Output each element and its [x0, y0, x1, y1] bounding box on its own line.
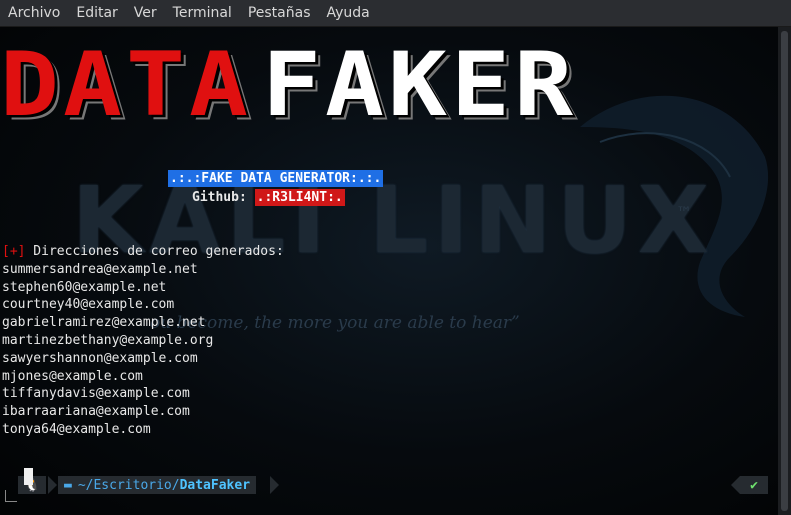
github-row: Github: .:R3LI4NT:.: [192, 189, 345, 206]
email-line: summersandrea@example.net: [2, 261, 198, 277]
datafaker-banner: DATA FAKER: [0, 41, 577, 139]
result-heading-text: Direcciones de correo generados:: [25, 244, 284, 259]
subtitle-row: .:.:FAKE DATA GENERATOR:.:.: [168, 170, 384, 187]
result-marker: [+]: [2, 244, 26, 259]
email-line: martinezbethany@example.org: [2, 332, 214, 348]
banner-data: DATA: [0, 33, 253, 137]
email-line: mjones@example.com: [2, 368, 143, 384]
email-line: stephen60@example.net: [2, 279, 167, 295]
email-results: [+] Direcciones de correo generados: sum…: [2, 243, 284, 439]
email-line: ibarraariana@example.com: [2, 404, 190, 420]
menu-archivo[interactable]: Archivo: [8, 5, 60, 21]
scrollbar-thumb[interactable]: [781, 31, 788, 511]
path-prefix: ~/Escritorio/: [77, 477, 180, 493]
segment-separator: [270, 476, 279, 494]
wallpaper-trademark: ™: [676, 203, 692, 222]
github-handle: .:R3LI4NT:.: [254, 189, 345, 206]
prompt-connector: [5, 490, 17, 502]
menu-ver[interactable]: Ver: [134, 5, 157, 21]
email-line: sawyershannon@example.com: [2, 350, 198, 366]
status-ok-icon: ✔: [740, 476, 768, 494]
menu-bar: Archivo Editar Ver Terminal Pestañas Ayu…: [0, 0, 791, 27]
menu-pestanas[interactable]: Pestañas: [248, 5, 311, 21]
path-current: DataFaker: [179, 477, 251, 493]
subtitle-badge: .:.:FAKE DATA GENERATOR:.:.: [168, 170, 384, 187]
terminal-view[interactable]: KALI LINUX ™ ou become, the more you are…: [0, 27, 778, 515]
terminal-cursor: [24, 468, 33, 485]
menu-terminal[interactable]: Terminal: [173, 5, 232, 21]
banner-faker: FAKER: [262, 33, 578, 137]
prompt-path-segment: ▬ ~/Escritorio/DataFaker: [58, 476, 257, 494]
menu-ayuda[interactable]: Ayuda: [327, 5, 370, 21]
github-label: Github:: [192, 190, 247, 205]
segment-separator: [731, 476, 740, 494]
email-line: tiffanydavis@example.com: [2, 386, 190, 402]
email-line: tonya64@example.com: [2, 421, 151, 437]
result-heading: [+] Direcciones de correo generados:: [2, 243, 284, 261]
shell-prompt: 🐧 ▬ ~/Escritorio/DataFaker ✔: [0, 476, 778, 502]
email-line: courtney40@example.com: [2, 297, 175, 313]
terminal-scrollbar[interactable]: [778, 27, 791, 515]
folder-icon: ▬: [64, 477, 72, 493]
email-line: gabrielramirez@example.net: [2, 315, 206, 331]
menu-editar[interactable]: Editar: [76, 5, 117, 21]
segment-separator: [48, 476, 57, 494]
